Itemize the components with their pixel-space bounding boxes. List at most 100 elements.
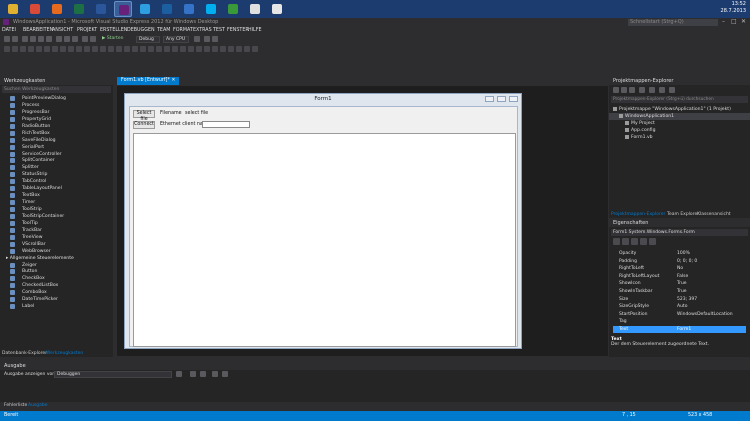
layout-tool-icon[interactable] [76, 46, 82, 52]
menu-fenster[interactable]: FENSTER [227, 28, 249, 33]
layout-tool-icon[interactable] [124, 46, 130, 52]
property-row[interactable]: RightToLeftLayout False [613, 273, 746, 280]
menu-datei[interactable]: DATEI [2, 28, 16, 33]
layout-tool-icon[interactable] [12, 46, 18, 52]
property-row[interactable]: ShowIcon True [613, 280, 746, 287]
tab-form1-design[interactable]: Form1.vb [Entwurf]* ✕ [117, 77, 180, 85]
forward-icon[interactable] [12, 36, 18, 42]
save-all-icon[interactable] [46, 36, 52, 42]
undo-icon[interactable] [82, 36, 88, 42]
select-file-button[interactable]: Select file [133, 110, 155, 122]
menu-projekt[interactable]: PROJEKT [77, 28, 97, 33]
layout-tool-icon[interactable] [180, 46, 186, 52]
taskbar-app-circle-icon[interactable] [246, 1, 264, 17]
system-clock[interactable]: 13:52 28.7.2013 [721, 1, 746, 15]
collapse-all-icon[interactable] [659, 87, 665, 93]
layout-tool-icon[interactable] [116, 46, 122, 52]
toolbox-item[interactable]: ComboBox [0, 289, 113, 296]
property-row[interactable]: Tag [613, 318, 746, 325]
toolbox-item[interactable]: CheckBox [0, 275, 113, 282]
sync-icon[interactable] [639, 87, 645, 93]
minimize-button[interactable]: – [722, 18, 725, 25]
menu-ansicht[interactable]: ANSICHT [52, 28, 73, 33]
toolbox-item[interactable]: VScrollBar [0, 241, 113, 248]
open-icon[interactable] [30, 36, 36, 42]
layout-tool-icon[interactable] [164, 46, 170, 52]
paste-icon[interactable] [72, 36, 78, 42]
forward-icon[interactable] [621, 87, 627, 93]
menu-format[interactable]: FORMAT [173, 28, 193, 33]
property-row[interactable]: ShowInTaskbar True [613, 288, 746, 295]
toolbox-item[interactable]: SplitContainer [0, 157, 113, 164]
comment-icon[interactable] [212, 36, 218, 42]
client-name-textbox[interactable] [202, 121, 250, 128]
alphabetical-icon[interactable] [622, 238, 629, 245]
property-value[interactable]: True [677, 280, 687, 287]
start-button[interactable]: ▶ Starten [100, 36, 134, 43]
taskbar-photoshop-2-icon[interactable] [158, 1, 176, 17]
taskbar-firefox-icon[interactable] [48, 1, 66, 17]
tab-database-explorer[interactable]: Datenbank-Explorer [2, 350, 47, 358]
layout-tool-icon[interactable] [236, 46, 242, 52]
word-wrap-icon[interactable] [222, 371, 228, 377]
format-icon[interactable] [204, 36, 210, 42]
back-icon[interactable] [4, 36, 10, 42]
find-icon[interactable] [194, 36, 200, 42]
layout-tool-icon[interactable] [220, 46, 226, 52]
events-icon[interactable] [640, 238, 647, 245]
close-tab-icon[interactable]: ✕ [171, 78, 175, 83]
form1-client-area[interactable]: Select file Filename select file Connect… [129, 106, 518, 347]
taskbar-app-white-icon[interactable] [268, 1, 286, 17]
menu-team[interactable]: TEAM [157, 28, 170, 33]
taskbar-skype-icon[interactable] [202, 1, 220, 17]
menu-debuggen[interactable]: DEBUGGEN [127, 28, 155, 33]
config-dropdown[interactable]: Debug [136, 36, 160, 43]
close-button[interactable]: ✕ [741, 18, 746, 25]
property-value[interactable]: 100% [677, 250, 690, 257]
layout-tool-icon[interactable] [84, 46, 90, 52]
redo-icon[interactable] [90, 36, 96, 42]
property-row[interactable]: RightToLeft No [613, 265, 746, 272]
toolbox-item[interactable]: TabControl [0, 178, 113, 185]
layout-tool-icon[interactable] [52, 46, 58, 52]
toolbox-item[interactable]: TextBox [0, 192, 113, 199]
toolbox-item[interactable]: WebBrowser [0, 248, 113, 255]
layout-tool-icon[interactable] [244, 46, 250, 52]
toolbox-item[interactable]: Zeiger [0, 262, 113, 269]
layout-tool-icon[interactable] [140, 46, 146, 52]
layout-tool-icon[interactable] [100, 46, 106, 52]
property-value[interactable]: Auto [677, 303, 687, 310]
taskbar-excel-icon[interactable] [70, 1, 88, 17]
toolbox-item[interactable]: TableLayoutPanel [0, 185, 113, 192]
toolbox-item[interactable]: TrackBar [0, 227, 113, 234]
solution-tree-item[interactable]: Projektmappe "WindowsApplication1" (1 Pr… [609, 106, 750, 113]
toolbox-item[interactable]: PointPreviewDialog [0, 95, 113, 102]
taskbar-chrome-icon[interactable] [26, 1, 44, 17]
property-value[interactable]: False [677, 273, 688, 280]
property-pages-icon[interactable] [649, 238, 656, 245]
filename-value[interactable]: select file [185, 111, 208, 116]
property-value[interactable]: 0; 0; 0; 0 [677, 258, 697, 265]
toolbox-item[interactable]: ToolTip [0, 220, 113, 227]
toolbox-item[interactable]: Button [0, 268, 113, 275]
object-selector-dropdown[interactable]: Form1 System.Windows.Forms.Form [611, 229, 748, 236]
layout-tool-icon[interactable] [44, 46, 50, 52]
toolbox-category[interactable]: ▸ Allgemeine Steuerelemente [0, 255, 113, 262]
tab-solution-explorer[interactable]: Projektmappen-Explorer [611, 211, 665, 219]
layout-tool-icon[interactable] [156, 46, 162, 52]
toolbox-item[interactable]: Label [0, 303, 113, 310]
cut-icon[interactable] [56, 36, 62, 42]
properties-view-icon[interactable] [631, 238, 638, 245]
layout-tool-icon[interactable] [252, 46, 258, 52]
property-value[interactable]: No [677, 265, 683, 272]
property-value[interactable]: Form1 [677, 326, 691, 333]
toolbox-item[interactable]: ToolStripContainer [0, 213, 113, 220]
toolbox-item[interactable]: TreeView [0, 234, 113, 241]
toolbox-item[interactable]: Timer [0, 199, 113, 206]
tab-error-list[interactable]: Fehlerliste [4, 402, 27, 410]
tab-toolbox[interactable]: Werkzeugkasten [46, 350, 83, 358]
toolbox-item[interactable]: SaveFileDialog [0, 137, 113, 144]
back-icon[interactable] [613, 87, 619, 93]
layout-tool-icon[interactable] [228, 46, 234, 52]
prev-message-icon[interactable] [190, 371, 196, 377]
